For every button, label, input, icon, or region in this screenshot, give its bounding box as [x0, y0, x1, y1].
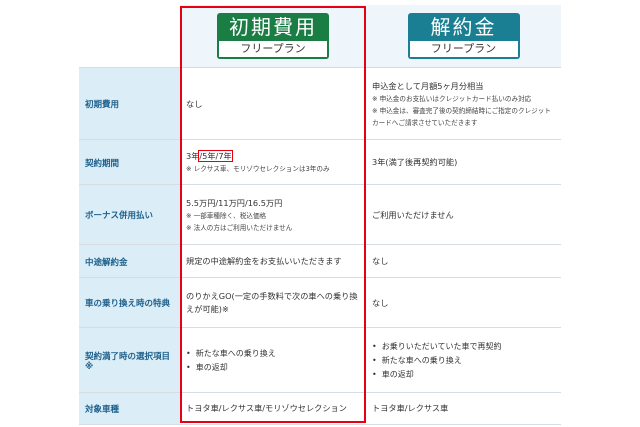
header-plan-b: 解約金 フリープラン — [366, 5, 561, 67]
cell-text: ご利用いただけません — [372, 209, 454, 220]
plan-a-cell: トヨタ車/レクサス車/モリゾウセレクション — [180, 393, 366, 424]
cell-text: なし — [372, 297, 389, 308]
cell-note: ※ 申込金は、審査完了後の契約締結時にご指定のクレジットカードへご請求させていた… — [372, 106, 551, 127]
plan-a-cell: 新たな車への乗り換え 車の返却 — [180, 328, 366, 393]
plan-b-cell: 3年(満了後再契約可能) — [366, 140, 561, 185]
cell-text: 規定の中途解約金をお支払いいただきます — [186, 256, 342, 266]
comparison-table: 初期費用 フリープラン 解約金 フリープラン 初期費用 なし 申込金として月額5… — [79, 0, 561, 427]
list-item: お乗りいただいていた車で再契約 — [372, 340, 555, 354]
plan-a-title: 初期費用 — [217, 13, 329, 41]
cell-note: ※ レクサス車、モリゾウセレクションは3年のみ — [186, 165, 330, 173]
plan-a-cell: 5.5万円/11万円/16.5万円 ※ 一部車種除く、税込価格 ※ 法人の方はご… — [180, 185, 366, 245]
cell-text: 5.5万円/11万円/16.5万円 — [186, 197, 283, 208]
table-row-maturity-options: 契約満了時の選択項目※ 新たな車への乗り換え 車の返却 お乗りいただいていた車で… — [79, 327, 561, 393]
plan-a-cell: 規定の中途解約金をお支払いいただきます — [180, 245, 366, 278]
plan-b-cell: お乗りいただいていた車で再契約 新たな車への乗り換え 車の返却 — [366, 328, 561, 393]
cell-text: トヨタ車/レクサス車/モリゾウセレクション — [186, 403, 347, 413]
table-row-initial-cost: 初期費用 なし 申込金として月額5ヶ月分相当 ※ 申込金のお支払いはクレジットカ… — [79, 67, 561, 140]
plan-b-cell: なし — [366, 278, 561, 328]
plan-b-title: 解約金 — [407, 13, 520, 41]
row-label: 車の乗り換え時の特典 — [79, 278, 180, 328]
cell-text: 3年/5年/7年 — [186, 150, 360, 163]
row-label: 対象車種 — [79, 393, 180, 424]
plan-b-cell: ご利用いただけません — [366, 185, 561, 245]
list-item: 車の返却 — [186, 361, 360, 375]
plan-b-badge: 解約金 フリープラン — [407, 13, 520, 59]
cell-note: ※ 申込金のお支払いはクレジットカード払いのみ対応 — [372, 94, 532, 103]
period-highlight: /5年/7年 — [198, 150, 233, 162]
row-label: 初期費用 — [79, 68, 180, 140]
table-row-contract-period: 契約期間 3年/5年/7年 ※ レクサス車、モリゾウセレクションは3年のみ 3年… — [79, 139, 561, 185]
plan-b-cell: なし — [366, 245, 561, 278]
list-item: 新たな車への乗り換え — [186, 347, 360, 361]
table-row-cancellation-fee: 中途解約金 規定の中途解約金をお支払いいただきます なし — [79, 244, 561, 278]
table-row-bonus-payment: ボーナス併用払い 5.5万円/11万円/16.5万円 ※ 一部車種除く、税込価格… — [79, 184, 561, 245]
plan-b-cell: 申込金として月額5ヶ月分相当 ※ 申込金のお支払いはクレジットカード払いのみ対応… — [366, 68, 561, 140]
plan-a-cell: 3年/5年/7年 ※ レクサス車、モリゾウセレクションは3年のみ — [180, 140, 366, 185]
cell-text: トヨタ車/レクサス車 — [372, 403, 449, 413]
cell-text: なし — [186, 98, 203, 109]
plan-b-cell: トヨタ車/レクサス車 — [366, 393, 561, 424]
cell-text: のりかえGO(一定の手数料で次の車への乗り換えが可能)※ — [186, 291, 358, 314]
plan-a-subtitle: フリープラン — [217, 41, 329, 59]
cell-text: なし — [372, 256, 389, 266]
plan-a-cell: のりかえGO(一定の手数料で次の車への乗り換えが可能)※ — [180, 278, 366, 328]
list-item: 新たな車への乗り換え — [372, 354, 555, 368]
row-label: 中途解約金 — [79, 245, 180, 278]
plan-a-badge: 初期費用 フリープラン — [217, 13, 329, 59]
period-base: 3年 — [186, 151, 200, 161]
row-label: 契約満了時の選択項目※ — [79, 328, 180, 393]
list-item: 車の返却 — [372, 368, 555, 382]
plan-b-subtitle: フリープラン — [407, 41, 520, 59]
cell-note: ※ 法人の方はご利用いただけません — [186, 223, 293, 232]
cell-text: 申込金として月額5ヶ月分相当 — [372, 80, 484, 91]
row-label: ボーナス併用払い — [79, 185, 180, 245]
table-row-target-vehicles: 対象車種 トヨタ車/レクサス車/モリゾウセレクション トヨタ車/レクサス車 — [79, 392, 561, 425]
cell-text: 3年(満了後再契約可能) — [372, 157, 458, 167]
row-label: 契約期間 — [79, 140, 180, 185]
header-plan-a: 初期費用 フリープラン — [180, 5, 366, 67]
plan-a-cell: なし — [180, 68, 366, 140]
cell-note: ※ 一部車種除く、税込価格 — [186, 211, 267, 220]
header-empty-cell — [79, 5, 180, 67]
table-row-switch-benefit: 車の乗り換え時の特典 のりかえGO(一定の手数料で次の車への乗り換えが可能)※ … — [79, 277, 561, 328]
